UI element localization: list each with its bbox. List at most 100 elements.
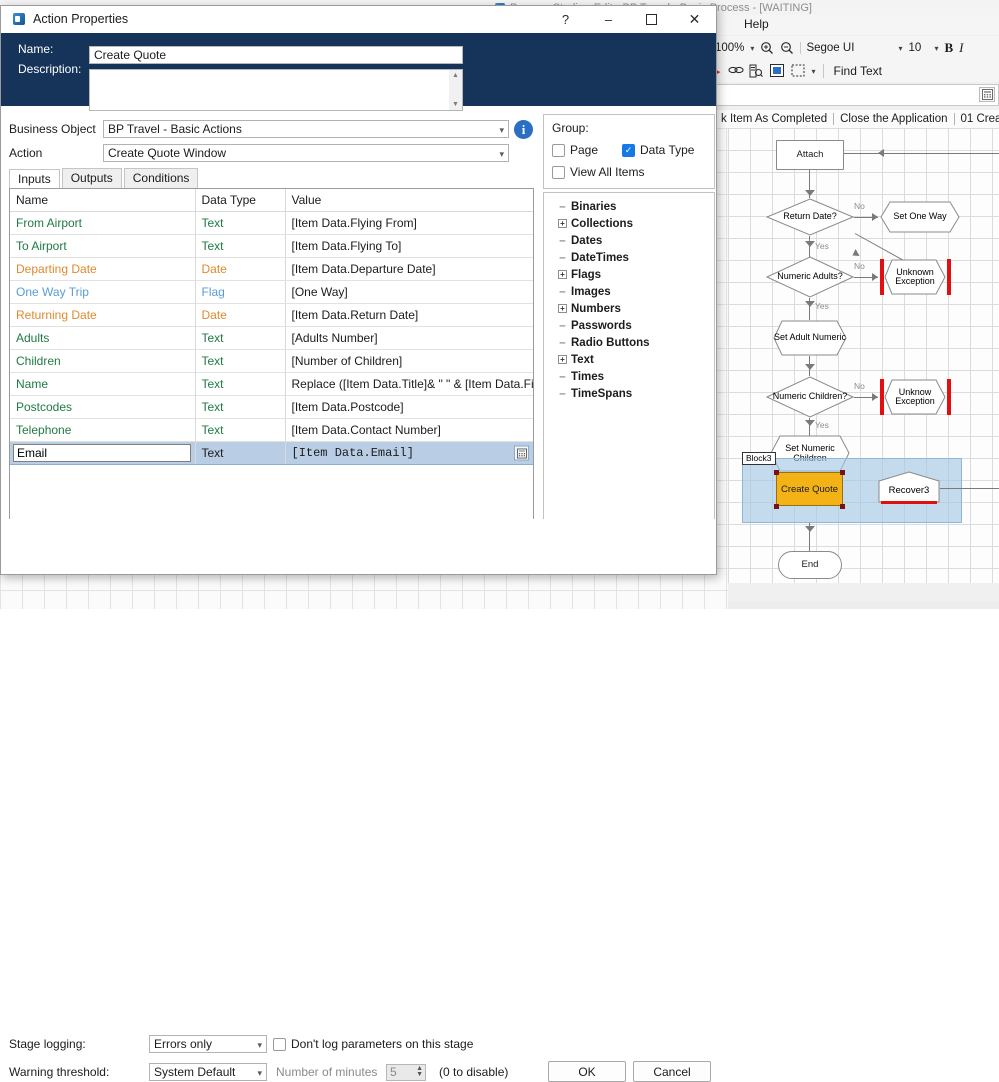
diagram-tab-1[interactable]: Close the Application [834,113,954,125]
table-row[interactable]: Email Text [Item Data.Email] [10,442,533,465]
tree-item-numbers[interactable]: + Numbers [544,300,714,317]
scroll-up-icon[interactable]: ▲ [452,72,459,79]
font-name-combo[interactable]: Segoe UI [800,42,892,54]
node-set-adult-numeric[interactable]: Set Adult Numeric [773,320,847,356]
help-button[interactable]: ? [544,6,587,33]
cancel-button[interactable]: Cancel [633,1061,711,1082]
node-unknown-exception-2[interactable]: Unknow Exception [884,379,946,415]
resize-handle-bl[interactable] [774,504,779,509]
cell-value[interactable]: [Item Data.Flying To] [285,235,533,258]
cell-name[interactable]: Telephone [10,419,195,442]
checkbox-data-type[interactable]: ✓ Data Type [622,143,694,157]
cell-datatype[interactable]: Date [195,304,285,327]
business-object-combo[interactable]: BP Travel - Basic Actions ▾ [103,120,509,138]
resize-handle-br[interactable] [840,504,845,509]
cell-value[interactable]: [Item Data.Flying From] [285,212,533,235]
cell-name[interactable]: Departing Date [10,258,195,281]
node-unknown-exception-1[interactable]: Unknown Exception [884,259,946,295]
close-button[interactable]: ✕ [673,6,716,33]
calculator-icon[interactable] [979,87,995,102]
cell-name[interactable]: Adults [10,327,195,350]
tree-item-times[interactable]: – Times [544,368,714,385]
resize-handle-tr[interactable] [840,470,845,475]
tree-item-dates[interactable]: – Dates [544,232,714,249]
info-icon[interactable]: i [514,120,533,139]
tools-caret-icon[interactable]: ▾ [812,67,816,76]
marquee-select-icon[interactable] [791,64,805,78]
node-attach[interactable]: Attach [776,140,844,170]
cell-datatype[interactable]: Text [195,235,285,258]
cell-value[interactable]: [Item Data.Return Date] [285,304,533,327]
cell-name-editor-wrap[interactable]: Email [10,442,195,465]
zoom-in-icon[interactable] [760,41,774,55]
chevron-down-icon[interactable]: ▾ [257,1038,262,1053]
cell-datatype[interactable]: Text [195,396,285,419]
data-type-checkbox-box[interactable]: ✓ [622,144,635,157]
table-row[interactable]: Departing Date Date [Item Data.Departure… [10,258,533,281]
font-size-caret-icon[interactable]: ▾ [934,44,938,53]
search-bar[interactable] [705,84,999,106]
cell-datatype[interactable]: Date [195,258,285,281]
tree-item-text[interactable]: + Text [544,351,714,368]
resize-handle-tl[interactable] [774,470,779,475]
tree-item-passwords[interactable]: – Passwords [544,317,714,334]
cell-value[interactable]: [Item Data.Contact Number] [285,419,533,442]
cell-value[interactable]: [Item Data.Email] [285,442,533,465]
cell-datatype[interactable]: Text [195,350,285,373]
menu-help[interactable]: Help [744,17,769,31]
cell-value[interactable]: [Number of Children] [285,350,533,373]
cell-name[interactable]: One Way Trip [10,281,195,304]
dialog-titlebar[interactable]: Action Properties ? – ✕ [1,6,716,33]
diagram-tab-2[interactable]: 01 Create Proc [955,113,999,125]
data-items-tree[interactable]: – Binaries + Collections – Dates – DateT… [543,192,715,520]
diagram-tab-0[interactable]: k Item As Completed [715,113,834,125]
cell-name[interactable]: Name [10,373,195,396]
bold-button[interactable]: B [944,40,953,56]
inputs-table-container[interactable]: Name Data Type Value From Airport Text [… [9,188,534,520]
page-checkbox-box[interactable] [552,144,565,157]
chevron-down-icon[interactable]: ▾ [257,1066,262,1081]
cell-datatype[interactable]: Text [195,327,285,350]
cell-datatype[interactable]: Text [195,442,285,465]
link-icon[interactable] [728,64,742,78]
cell-value[interactable]: [Adults Number] [285,327,533,350]
checkbox-view-all-items[interactable]: View All Items [552,165,644,179]
view-all-checkbox-box[interactable] [552,166,565,179]
tree-item-collections[interactable]: + Collections [544,215,714,232]
process-diagram-canvas[interactable]: Attach Return Date? No Set One Way Yes N… [728,128,999,583]
table-row[interactable]: Adults Text [Adults Number] [10,327,533,350]
cell-datatype[interactable]: Text [195,419,285,442]
table-row[interactable]: From Airport Text [Item Data.Flying From… [10,212,533,235]
tab-conditions[interactable]: Conditions [124,168,199,189]
tree-item-flags[interactable]: + Flags [544,266,714,283]
cell-datatype[interactable]: Text [195,212,285,235]
checkbox-page[interactable]: Page [552,143,598,157]
font-name-caret-icon[interactable]: ▾ [898,44,902,53]
action-combo[interactable]: Create Quote Window ▾ [103,144,509,162]
cell-value[interactable]: [Item Data.Postcode] [285,396,533,419]
cell-name[interactable]: To Airport [10,235,195,258]
node-return-date-decision[interactable]: Return Date? [766,198,854,236]
table-row[interactable]: One Way Trip Flag [One Way] [10,281,533,304]
cell-datatype[interactable]: Text [195,373,285,396]
tree-item-timespans[interactable]: – TimeSpans [544,385,714,402]
description-scrollbar[interactable]: ▲ ▼ [449,70,462,110]
dont-log-checkbox-box[interactable] [273,1038,286,1051]
stepper-down-icon[interactable]: ▼ [416,1072,423,1078]
cell-name[interactable]: Postcodes [10,396,195,419]
chevron-down-icon[interactable]: ▾ [499,147,504,162]
zoom-dropdown-icon[interactable]: ▾ [750,44,754,53]
name-cell-editor[interactable]: Email [13,444,191,462]
maximize-button[interactable] [630,6,673,33]
node-numeric-children-decision[interactable]: Numeric Children? [766,376,854,418]
table-row[interactable]: Telephone Text [Item Data.Contact Number… [10,419,533,442]
find-text-label[interactable]: Find Text [831,64,882,78]
tree-item-datetimes[interactable]: – DateTimes [544,249,714,266]
table-row[interactable]: Name Text Replace ([Item Data.Title]& " … [10,373,533,396]
tab-inputs[interactable]: Inputs [9,169,60,190]
font-size-combo[interactable]: 10 [908,42,928,54]
stage-logging-combo[interactable]: Errors only ▾ [149,1035,267,1053]
cell-datatype[interactable]: Flag [195,281,285,304]
node-create-quote[interactable]: Create Quote [776,472,843,506]
node-numeric-adults-decision[interactable]: Numeric Adults? [766,256,854,298]
